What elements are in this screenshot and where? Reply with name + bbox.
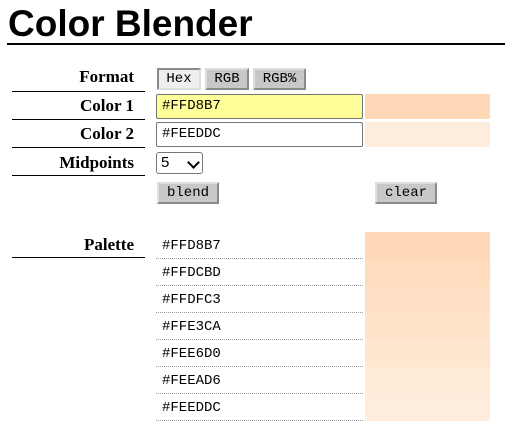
color1-swatch: [365, 94, 490, 119]
palette-row-divider: [156, 420, 363, 421]
palette-hex: #FFDCBD: [162, 265, 221, 281]
color2-swatch: [365, 122, 490, 147]
midpoints-label-rule: [12, 175, 145, 176]
palette-hex: #FEEAD6: [162, 373, 221, 389]
palette-row: #FEE6D0: [156, 340, 490, 367]
palette-row: #FFE3CA: [156, 313, 490, 340]
palette-hex: #FFE3CA: [162, 319, 221, 335]
blend-button[interactable]: blend: [157, 182, 219, 204]
color1-label: Color 1: [80, 96, 134, 115]
palette-row: #FFDCBD: [156, 259, 490, 286]
palette-swatch: [365, 286, 490, 313]
palette-swatch: [365, 394, 490, 421]
format-rgb-percent-button[interactable]: RGB%: [253, 68, 306, 90]
palette-row: #FEEDDC: [156, 394, 490, 421]
color2-label: Color 2: [80, 124, 134, 143]
format-label: Format: [79, 67, 134, 86]
format-label-rule: [12, 91, 145, 92]
palette-row: #FFDFC3: [156, 286, 490, 313]
palette-swatch: [365, 259, 490, 286]
color2-label-rule: [12, 147, 145, 148]
format-rgb-button[interactable]: RGB: [205, 68, 249, 90]
palette-swatch: [365, 340, 490, 367]
palette-swatch: [365, 313, 490, 340]
palette-row: #FFD8B7: [156, 232, 490, 259]
midpoints-select[interactable]: 5: [156, 152, 203, 174]
midpoints-label: Midpoints: [59, 153, 134, 172]
palette-hex: #FEE6D0: [162, 346, 221, 362]
palette-hex: #FEEDDC: [162, 400, 221, 416]
midpoints-value: 5: [161, 154, 170, 171]
palette-label: Palette: [83, 235, 134, 254]
palette-hex: #FFD8B7: [162, 238, 221, 254]
color1-input[interactable]: #FFD8B7: [156, 94, 363, 119]
format-hex-button[interactable]: Hex: [157, 68, 201, 90]
title-rule: [7, 43, 505, 45]
palette-swatch: [365, 232, 490, 259]
color2-input[interactable]: #FEEDDC: [156, 122, 363, 147]
clear-button[interactable]: clear: [375, 182, 437, 204]
page-title: Color Blender: [8, 3, 253, 44]
color1-label-rule: [12, 119, 145, 120]
chevron-down-icon: [187, 156, 200, 169]
palette-hex: #FFDFC3: [162, 292, 221, 308]
palette-label-rule: [12, 257, 145, 258]
palette-swatch: [365, 367, 490, 394]
palette-row: #FEEAD6: [156, 367, 490, 394]
